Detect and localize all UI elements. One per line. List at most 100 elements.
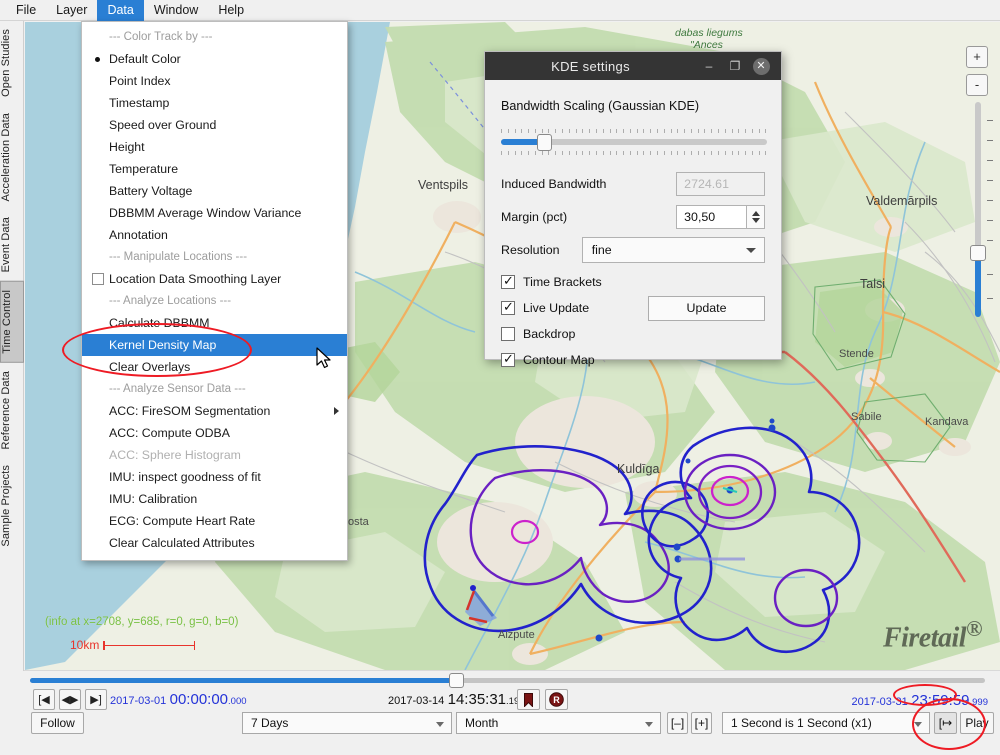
menu-item-annotation[interactable]: Annotation: [82, 224, 347, 246]
sidebar-tab-reference-data[interactable]: Reference Data: [0, 363, 24, 457]
menu-item-dbbmm-average-window-variance[interactable]: DBBMM Average Window Variance: [82, 202, 347, 224]
map-label-dabas-liegums: dabas liegums: [675, 27, 743, 39]
registered-trademark-icon: ®: [966, 616, 982, 641]
maximize-button[interactable]: ❐: [722, 52, 748, 80]
play-button[interactable]: Play: [960, 712, 994, 734]
start-ms: .000: [228, 696, 247, 707]
map-zoom-slider[interactable]: [972, 102, 984, 317]
backdrop-checkbox[interactable]: Backdrop: [501, 321, 765, 347]
margin-stepper[interactable]: [747, 205, 765, 229]
window-size-select[interactable]: 7 Days: [242, 712, 452, 734]
go-to-start-button[interactable]: [◀: [33, 689, 55, 710]
end-date: 2017-03-31: [851, 696, 907, 708]
zoom-out-button[interactable]: -: [966, 74, 988, 96]
timeline-handle[interactable]: [449, 673, 464, 688]
window-increase-button[interactable]: [+]: [691, 712, 712, 734]
minimize-button[interactable]: –: [696, 52, 722, 80]
menu-help[interactable]: Help: [208, 0, 254, 21]
map-label-valdemarpils: Valdemārpils: [866, 194, 937, 208]
menu-item-label: Location Data Smoothing Layer: [109, 272, 281, 286]
close-icon: ✕: [753, 58, 770, 75]
menu-item-kernel-density-map[interactable]: Kernel Density Map: [82, 334, 347, 356]
menu-item-location-data-smoothing-layer[interactable]: Location Data Smoothing Layer: [82, 268, 347, 290]
margin-input[interactable]: 30,50: [676, 205, 747, 229]
map-label-ances: "Ances: [690, 39, 724, 51]
checkbox-checked-icon: [501, 353, 515, 367]
menu-section-color-track-by: --- Color Track by ---: [82, 26, 347, 48]
step-forward-button[interactable]: [↦: [934, 712, 957, 734]
slider-handle[interactable]: [537, 134, 552, 151]
sidebar-tab-event-data[interactable]: Event Data: [0, 209, 24, 280]
menu-bar: File Layer Data Window Help: [0, 0, 1000, 21]
resolution-select[interactable]: fine: [582, 237, 765, 263]
timeline-slider[interactable]: [30, 673, 985, 687]
menu-item-acc-compute-odba[interactable]: ACC: Compute ODBA: [82, 422, 347, 444]
scale-bar-line: [103, 641, 195, 650]
window-unit-select[interactable]: Month: [456, 712, 661, 734]
menu-item-imu-calibration[interactable]: IMU: Calibration: [82, 488, 347, 510]
menu-data[interactable]: Data: [97, 0, 143, 21]
margin-label: Margin (pct): [501, 210, 676, 224]
record-button[interactable]: R: [545, 689, 568, 710]
start-time: 00:00:00: [170, 691, 228, 708]
application-window: File Layer Data Window Help Open Studies…: [0, 0, 1000, 755]
time-brackets-checkbox[interactable]: Time Brackets: [501, 269, 765, 295]
menu-item-point-index[interactable]: Point Index: [82, 70, 347, 92]
playback-speed-select[interactable]: 1 Second is 1 Second (x1): [722, 712, 930, 734]
sidebar-tab-time-control[interactable]: Time Control: [0, 281, 24, 363]
resolution-value: fine: [592, 243, 612, 257]
slider-ticks-bottom: [501, 151, 767, 155]
menu-window[interactable]: Window: [144, 0, 208, 21]
menu-item-speed-over-ground[interactable]: Speed over Ground: [82, 114, 347, 136]
kde-dialog-title: KDE settings: [485, 59, 696, 74]
bandwidth-scaling-slider[interactable]: [501, 129, 765, 155]
bookmark-button[interactable]: [517, 689, 540, 710]
bookmark-icon: [524, 693, 533, 707]
follow-button[interactable]: Follow: [31, 712, 84, 734]
menu-item-acc-firesom-segmentation[interactable]: ACC: FireSOM Segmentation: [82, 400, 347, 422]
menu-item-ecg-compute-heart-rate[interactable]: ECG: Compute Heart Rate: [82, 510, 347, 532]
sidebar-tab-acceleration-data[interactable]: Acceleration Data: [0, 105, 24, 210]
menu-item-calculate-dbbmm[interactable]: Calculate DBBMM: [82, 312, 347, 334]
menu-item-timestamp[interactable]: Timestamp: [82, 92, 347, 114]
kde-dialog-body: Bandwidth Scaling (Gaussian KDE): [485, 80, 781, 373]
zoom-tick: [987, 140, 993, 141]
map-label-sabile: Sabile: [851, 411, 882, 423]
menu-layer[interactable]: Layer: [46, 0, 97, 21]
menu-item-imu-inspect-goodness-of-fit[interactable]: IMU: inspect goodness of fit: [82, 466, 347, 488]
map-zoom-controls: + -: [966, 46, 990, 102]
zoom-tick: [987, 120, 993, 121]
sidebar-tab-sample-projects[interactable]: Sample Projects: [0, 457, 24, 555]
close-button[interactable]: ✕: [748, 52, 774, 80]
zoom-tick: [987, 220, 993, 221]
window-decrease-button[interactable]: [–]: [667, 712, 688, 734]
current-date: 2017-03-14: [388, 695, 444, 707]
menu-item-clear-overlays[interactable]: Clear Overlays: [82, 356, 347, 378]
menu-item-default-color[interactable]: Default Color: [82, 48, 347, 70]
data-menu-dropdown: --- Color Track by --- Default Color Poi…: [81, 21, 348, 561]
expand-range-button[interactable]: ◀▶: [59, 689, 81, 710]
induced-bandwidth-label: Induced Bandwidth: [501, 177, 676, 191]
contour-map-checkbox[interactable]: Contour Map: [501, 347, 765, 373]
sidebar-tab-open-studies[interactable]: Open Studies: [0, 21, 24, 105]
map-label-stende: Stende: [839, 348, 874, 360]
map-pixel-info-text: (info at x=2708, y=685, r=0, g=0, b=0): [45, 616, 238, 628]
margin-row: Margin (pct) 30,50: [501, 202, 765, 232]
menu-item-label: ACC: FireSOM Segmentation: [109, 404, 270, 418]
svg-text:R: R: [553, 695, 560, 705]
zoom-slider-handle[interactable]: [970, 245, 986, 261]
menu-item-battery-voltage[interactable]: Battery Voltage: [82, 180, 347, 202]
kde-dialog-titlebar[interactable]: KDE settings – ❐ ✕: [485, 52, 781, 80]
checkbox-unchecked-icon[interactable]: [92, 273, 104, 285]
menu-item-temperature[interactable]: Temperature: [82, 158, 347, 180]
menu-item-height[interactable]: Height: [82, 136, 347, 158]
firetail-logo-text: Firetail: [883, 622, 966, 653]
update-button[interactable]: Update: [648, 296, 765, 321]
menu-item-acc-sphere-histogram: ACC: Sphere Histogram: [82, 444, 347, 466]
induced-bandwidth-row: Induced Bandwidth 2724.61: [501, 169, 765, 199]
window-unit-value: Month: [465, 716, 498, 730]
menu-item-clear-calculated-attributes[interactable]: Clear Calculated Attributes: [82, 532, 347, 554]
menu-file[interactable]: File: [6, 0, 46, 21]
go-to-end-button[interactable]: ▶]: [85, 689, 107, 710]
zoom-in-button[interactable]: +: [966, 46, 988, 68]
